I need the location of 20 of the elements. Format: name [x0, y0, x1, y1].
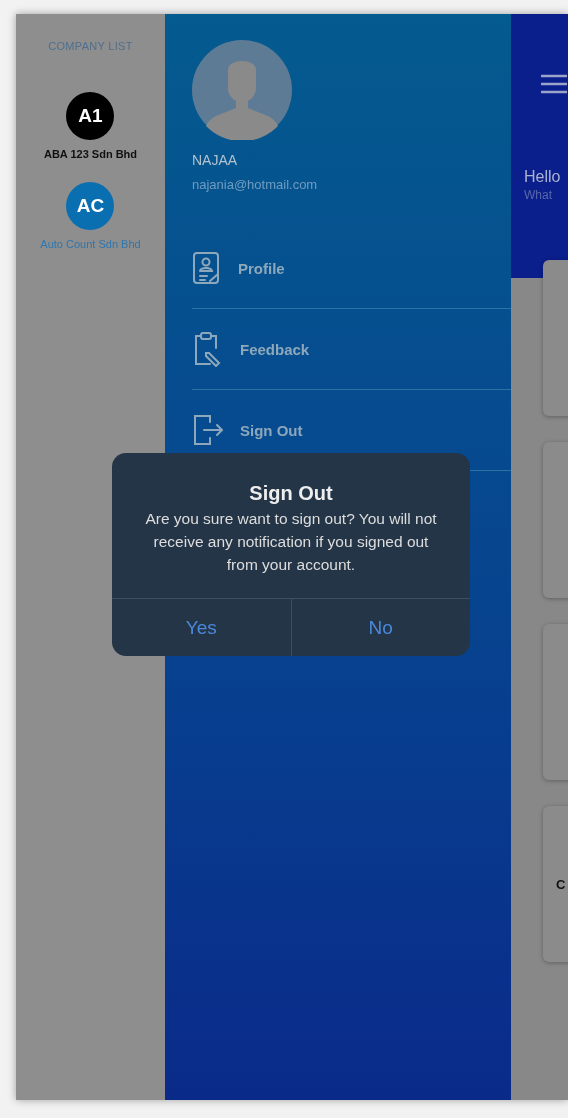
- menu-item-label: Sign Out: [240, 421, 303, 439]
- company-list-title: COMPANY LIST: [48, 40, 133, 52]
- menu-item-label: Profile: [238, 259, 285, 277]
- greeting: Hello: [524, 168, 562, 186]
- menu-icon[interactable]: [541, 74, 567, 94]
- card[interactable]: C: [543, 806, 568, 962]
- company-avatar[interactable]: A1: [66, 92, 115, 140]
- menu-item-label: Feedback: [240, 340, 310, 358]
- dialog-button[interactable]: Yes: [112, 599, 292, 656]
- profile-document-icon: [192, 251, 222, 285]
- card-text: C: [556, 876, 566, 892]
- user-name: NAJAA: [192, 152, 239, 168]
- greeting-subtitle: What: [524, 188, 553, 202]
- company-name[interactable]: ABA 123 Sdn Bhd: [43, 148, 138, 160]
- dialog-title: Sign Out: [249, 482, 333, 505]
- user-email: najania@hotmail.com: [192, 177, 319, 192]
- sign-out-icon: [192, 413, 224, 447]
- company-avatar[interactable]: AC: [66, 182, 115, 230]
- dialog-button[interactable]: No: [291, 599, 470, 656]
- dialog-message: Are you sure want to sign out? You will not receive any notification if you signed out from your account.: [144, 509, 438, 575]
